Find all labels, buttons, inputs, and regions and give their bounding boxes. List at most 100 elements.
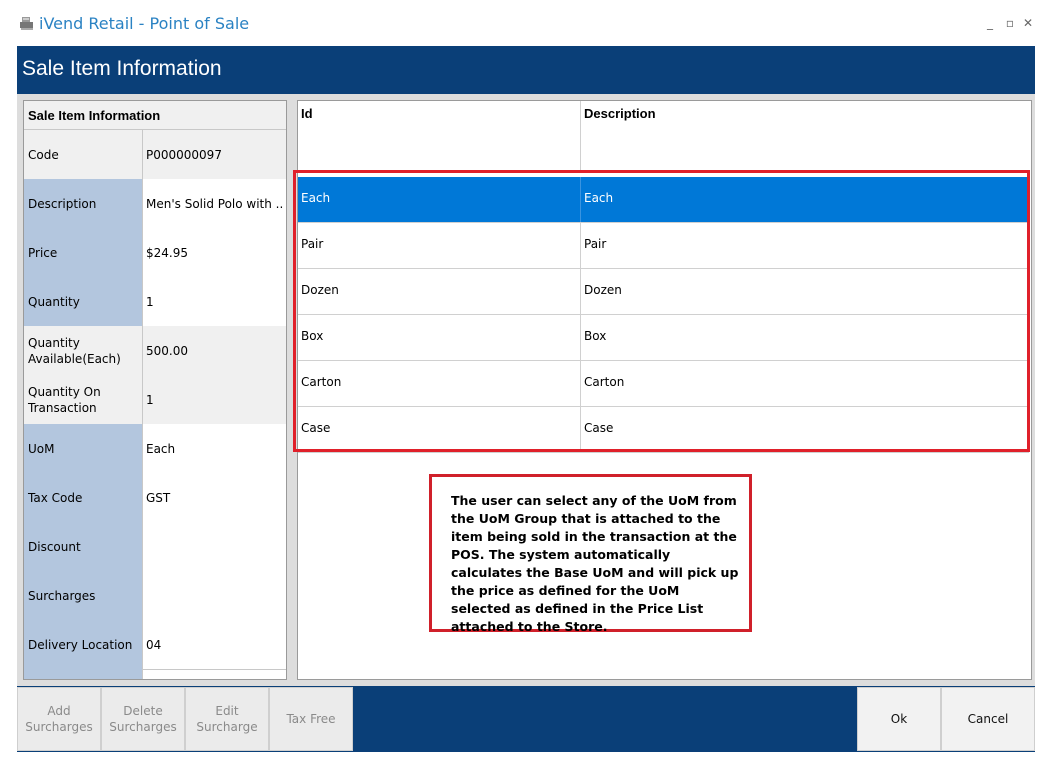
info-label: UoM	[24, 424, 143, 473]
info-panel-heading: Sale Item Information	[24, 101, 286, 130]
info-row-description[interactable]: Description Men's Solid Polo with ...	[24, 179, 286, 229]
column-header-id[interactable]: Id	[301, 106, 313, 121]
info-value-text: 500.00	[146, 343, 188, 358]
info-value-text: Men's Solid Polo with ...	[146, 196, 284, 211]
info-value[interactable]: Men's Solid Polo with ...	[143, 179, 286, 228]
info-value: 500.00	[143, 326, 286, 375]
info-label: Quantity	[24, 277, 143, 326]
info-label: Description	[24, 179, 143, 228]
uom-description-cell: Box	[584, 329, 607, 343]
uom-description-cell: Dozen	[584, 283, 622, 297]
info-row-partial	[24, 668, 286, 679]
info-label-text: Quantity Available(Each)	[28, 335, 121, 366]
uom-row-dozen[interactable]: Dozen Dozen	[298, 269, 1029, 315]
minimize-icon[interactable]: _	[983, 16, 997, 30]
info-row-discount[interactable]: Discount	[24, 522, 286, 572]
info-value[interactable]: GST	[143, 473, 286, 522]
close-icon[interactable]: ✕	[1021, 16, 1035, 30]
edit-surcharge-button[interactable]: Edit Surcharge	[185, 687, 269, 751]
uom-id-cell: Case	[301, 421, 331, 435]
info-label-text: Quantity	[28, 294, 80, 309]
info-label-text: Price	[28, 245, 58, 260]
info-value-text: Each	[146, 441, 176, 456]
info-value[interactable]: $24.95	[143, 228, 286, 277]
uom-description-cell: Pair	[584, 237, 607, 251]
page-header: Sale Item Information	[17, 46, 1035, 94]
info-label-text: UoM	[28, 441, 55, 456]
button-label: Surcharges	[109, 720, 177, 734]
column-divider	[580, 177, 581, 222]
info-value[interactable]	[143, 522, 286, 571]
uom-id-cell: Box	[301, 329, 324, 343]
uom-id-cell: Carton	[301, 375, 342, 389]
info-row-uom[interactable]: UoM Each	[24, 424, 286, 474]
uom-id-cell: Each	[301, 191, 331, 205]
pos-register-icon	[20, 17, 33, 30]
info-label: Price	[24, 228, 143, 277]
info-label-text: Delivery Location	[28, 637, 133, 652]
uom-description-cell: Case	[584, 421, 614, 435]
info-row-code: Code P000000097	[24, 130, 286, 180]
uom-row-carton[interactable]: Carton Carton	[298, 361, 1029, 407]
info-value: P000000097	[143, 130, 286, 179]
info-label-text: Discount	[28, 539, 81, 554]
uom-row-each[interactable]: Each Each	[298, 177, 1029, 223]
uom-id-cell: Dozen	[301, 283, 339, 297]
info-label: Surcharges	[24, 571, 143, 620]
tax-free-button[interactable]: Tax Free	[269, 687, 353, 751]
uom-id-cell: Pair	[301, 237, 324, 251]
info-value-text: 1	[146, 294, 154, 309]
window-title: iVend Retail - Point of Sale	[39, 14, 250, 33]
delete-surcharges-button[interactable]: Delete Surcharges	[101, 687, 185, 751]
info-label-text: Surcharges	[28, 588, 96, 603]
info-label: Tax Code	[24, 473, 143, 522]
info-value[interactable]	[143, 571, 286, 620]
uom-description-cell: Each	[584, 191, 614, 205]
column-divider	[580, 315, 581, 360]
column-header-description[interactable]: Description	[584, 106, 656, 121]
info-row-quantity-on-transaction: Quantity On Transaction 1	[24, 375, 286, 425]
info-value-text: P000000097	[146, 147, 222, 162]
info-label-text: Code	[28, 147, 59, 162]
info-value[interactable]: Each	[143, 424, 286, 473]
maximize-icon[interactable]: ▫	[1003, 16, 1017, 30]
info-label: Quantity On Transaction	[24, 375, 143, 424]
button-label: Delete	[123, 704, 163, 718]
uom-row-pair[interactable]: Pair Pair	[298, 223, 1029, 269]
info-value[interactable]: 04	[143, 620, 286, 669]
column-divider	[580, 407, 581, 452]
info-row-quantity[interactable]: Quantity 1	[24, 277, 286, 327]
title-bar: iVend Retail - Point of Sale _ ▫ ✕	[0, 0, 1050, 46]
uom-row-box[interactable]: Box Box	[298, 315, 1029, 361]
info-row-tax-code[interactable]: Tax Code GST	[24, 473, 286, 523]
button-label: Surcharges	[25, 720, 93, 734]
button-label: Add	[47, 704, 71, 718]
info-label: Delivery Location	[24, 620, 143, 669]
button-label: Edit	[215, 704, 239, 718]
info-value[interactable]: 1	[143, 277, 286, 326]
uom-row-case[interactable]: Case Case	[298, 407, 1029, 453]
ok-button[interactable]: Ok	[857, 687, 941, 751]
info-row-delivery-location[interactable]: Delivery Location 04	[24, 620, 286, 670]
annotation-callout: The user can select any of the UoM from …	[429, 474, 752, 634]
button-label: Surcharge	[196, 720, 258, 734]
callout-text: The user can select any of the UoM from …	[451, 493, 739, 634]
info-label: Quantity Available(Each)	[24, 326, 143, 375]
uom-description-cell: Carton	[584, 375, 625, 389]
column-divider	[580, 223, 581, 268]
cancel-button[interactable]: Cancel	[941, 687, 1035, 751]
page-title: Sale Item Information	[22, 57, 222, 80]
column-divider	[580, 101, 581, 173]
info-label: Code	[24, 130, 143, 179]
info-value-text: 1	[146, 392, 154, 407]
button-label: Tax Free	[286, 712, 336, 726]
info-row-price[interactable]: Price $24.95	[24, 228, 286, 278]
info-row-quantity-available: Quantity Available(Each) 500.00	[24, 326, 286, 376]
info-label-text: Tax Code	[28, 490, 83, 505]
column-divider	[580, 269, 581, 314]
info-row-surcharges[interactable]: Surcharges	[24, 571, 286, 621]
add-surcharges-button[interactable]: Add Surcharges	[17, 687, 101, 751]
info-value-text: $24.95	[146, 245, 188, 260]
info-label: Discount	[24, 522, 143, 571]
info-value: 1	[143, 375, 286, 424]
